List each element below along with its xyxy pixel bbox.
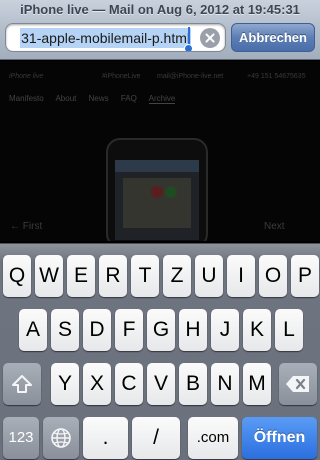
key-w[interactable]: W bbox=[35, 255, 63, 297]
cancel-button[interactable]: Abbrechen bbox=[231, 23, 315, 52]
key-n[interactable]: N bbox=[211, 363, 239, 405]
dotcom-key[interactable]: .com bbox=[188, 417, 238, 459]
key-i[interactable]: I bbox=[227, 255, 255, 297]
site-nav: Manifesto About News FAQ Archive bbox=[9, 94, 185, 104]
key-b[interactable]: B bbox=[179, 363, 207, 405]
dot-key[interactable]: . bbox=[83, 417, 128, 459]
keyboard: Q W E R T Z U I O P A S D F G H J K L Y … bbox=[0, 243, 320, 460]
backspace-icon bbox=[286, 376, 309, 392]
shift-icon bbox=[12, 375, 32, 393]
key-q[interactable]: Q bbox=[3, 255, 31, 297]
key-d[interactable]: D bbox=[83, 309, 111, 351]
site-phone: +49 151 54675635 bbox=[247, 73, 306, 80]
phone-screen bbox=[115, 160, 199, 240]
key-o[interactable]: O bbox=[259, 255, 287, 297]
delete-key[interactable] bbox=[279, 363, 317, 405]
key-g[interactable]: G bbox=[147, 309, 175, 351]
red-figure bbox=[151, 186, 163, 198]
key-f[interactable]: F bbox=[115, 309, 143, 351]
nav-item-archive: Archive bbox=[148, 94, 176, 104]
nav-item-news: News bbox=[88, 94, 109, 103]
key-a[interactable]: A bbox=[19, 309, 47, 351]
web-content: iPhone live #iPhoneLive mail@iPhone-live… bbox=[0, 61, 320, 241]
phone-image bbox=[106, 138, 208, 241]
key-k[interactable]: K bbox=[243, 309, 271, 351]
key-u[interactable]: U bbox=[195, 255, 223, 297]
key-h[interactable]: H bbox=[179, 309, 207, 351]
globe-key[interactable] bbox=[43, 417, 79, 459]
first-link: ← First bbox=[10, 221, 43, 232]
site-hashtag: #iPhoneLive bbox=[102, 73, 141, 80]
next-link: Next bbox=[264, 221, 285, 232]
phone-statusbar bbox=[115, 160, 199, 172]
nav-item-faq: FAQ bbox=[120, 94, 137, 103]
slash-key[interactable]: / bbox=[132, 417, 180, 459]
key-s[interactable]: S bbox=[51, 309, 79, 351]
numbers-key[interactable]: 123 bbox=[3, 417, 39, 459]
key-e[interactable]: E bbox=[67, 255, 95, 297]
nav-item-manifesto: Manifesto bbox=[9, 94, 44, 103]
key-p[interactable]: P bbox=[291, 255, 319, 297]
shift-key[interactable] bbox=[3, 363, 41, 405]
url-text[interactable]: 31-apple-mobilemail-p.html bbox=[20, 28, 191, 48]
key-z[interactable]: Z bbox=[163, 255, 191, 297]
site-logo: iPhone live bbox=[9, 73, 44, 80]
phone-photo bbox=[123, 178, 191, 228]
key-c[interactable]: C bbox=[115, 363, 143, 405]
url-input[interactable]: 31-apple-mobilemail-p.html bbox=[5, 23, 226, 52]
key-l[interactable]: L bbox=[275, 309, 303, 351]
key-y[interactable]: Y bbox=[51, 363, 79, 405]
green-figure bbox=[165, 186, 177, 198]
globe-icon bbox=[51, 428, 71, 448]
site-mail: mail@iPhone-live.net bbox=[157, 73, 224, 80]
key-j[interactable]: J bbox=[211, 309, 239, 351]
key-t[interactable]: T bbox=[131, 255, 159, 297]
key-r[interactable]: R bbox=[99, 255, 127, 297]
key-v[interactable]: V bbox=[147, 363, 175, 405]
key-m[interactable]: M bbox=[243, 363, 271, 405]
key-x[interactable]: X bbox=[83, 363, 111, 405]
nav-item-about: About bbox=[55, 94, 77, 103]
clear-icon[interactable] bbox=[200, 28, 220, 48]
address-bar: iPhone live — Mail on Aug 6, 2012 at 19:… bbox=[0, 0, 320, 60]
selection-handle[interactable] bbox=[184, 44, 193, 51]
page-title: iPhone live — Mail on Aug 6, 2012 at 19:… bbox=[20, 2, 300, 17]
go-key[interactable]: Öffnen bbox=[242, 417, 317, 459]
